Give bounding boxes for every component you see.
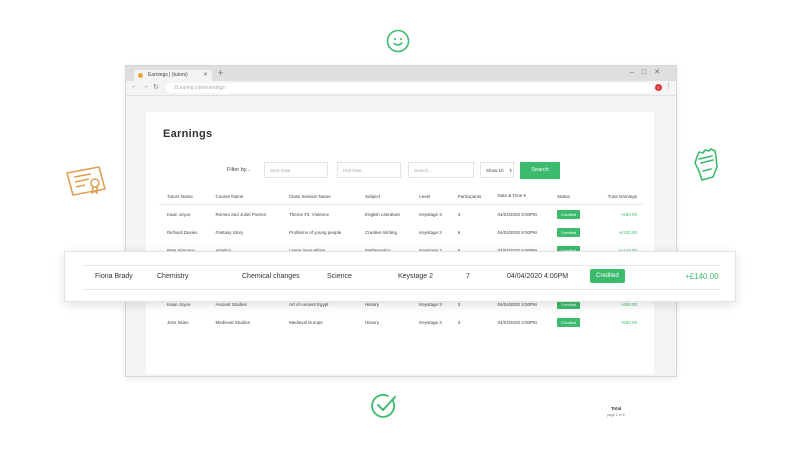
status-badge: Credited — [557, 209, 581, 219]
cell-subject: History — [365, 319, 380, 325]
cell-participants: 3 — [457, 319, 461, 325]
cell-subject: Creative Writing — [365, 229, 397, 235]
favicon-icon — [138, 73, 143, 78]
forward-icon[interactable]: → — [142, 83, 149, 90]
browser-window: Earnings | (tutors) ✕ + –□✕ ← → ↻ 2Leari… — [125, 65, 677, 417]
cell-datetime: 04/04/2020 3:00PM — [497, 319, 537, 325]
table-row[interactable]: Richard Davies Fantasy Story Problems of… — [159, 223, 643, 241]
cell-participants: 3 — [457, 211, 461, 217]
col-date-time-label: Date & Time — [497, 193, 523, 198]
window-controls[interactable]: –□✕ — [630, 68, 668, 76]
status-badge: Credited — [557, 317, 581, 327]
start-date-input[interactable]: Start Date — [264, 162, 328, 178]
hl-tutor: Fiona Brady — [95, 273, 133, 280]
divider — [83, 289, 719, 290]
search-button[interactable]: Search — [520, 162, 560, 179]
col-class-session[interactable]: Class Session Name — [281, 188, 358, 205]
checkmark-icon — [371, 393, 396, 418]
sort-icon: ▾ — [523, 193, 526, 198]
cell-course: Fantasy Story — [215, 229, 244, 235]
col-tutor-earnings[interactable]: Tutor Earnings — [588, 188, 643, 205]
address-bar[interactable]: 2Learing.com/earnings — [166, 83, 654, 93]
cell-status: Credited — [549, 223, 588, 241]
cell-status: Credited — [549, 205, 588, 224]
col-date-time[interactable]: Date & Time ▾ — [489, 188, 550, 205]
show-select-value: Show 10 — [486, 168, 504, 173]
col-tutors-name[interactable]: Tutors Name — [159, 188, 208, 205]
hl-datetime: 04/04/2020 4:00PM — [507, 273, 569, 280]
col-course-name[interactable]: Course Name — [207, 188, 282, 205]
hl-subject: Science — [327, 273, 352, 280]
hl-session: Chemical changes — [242, 273, 300, 280]
extension-icon[interactable]: 1 — [655, 84, 662, 91]
cell-course: Medieval Studies — [215, 319, 250, 325]
menu-icon[interactable]: ⋮ — [665, 82, 672, 90]
cell-datetime: 04/04/2020 8:00PM — [497, 211, 537, 217]
hl-earnings: +£140.00 — [685, 272, 719, 281]
new-tab-icon[interactable]: + — [218, 68, 223, 78]
back-icon[interactable]: ← — [131, 83, 138, 90]
close-tab-icon[interactable]: ✕ — [203, 70, 208, 81]
cell-datetime: 04/04/2020 8:00PM — [497, 229, 537, 235]
pagination-label: page 1 of 6 — [607, 413, 625, 417]
cell-course: Romeo and Juliet Poems — [215, 211, 266, 217]
reload-icon[interactable]: ↻ — [153, 83, 159, 91]
cell-earnings: +£120.00 — [618, 229, 637, 235]
col-participants[interactable]: Participants — [449, 188, 490, 205]
hl-level: Keystage 2 — [398, 273, 434, 280]
hl-participants: 7 — [466, 273, 470, 280]
cell-earnings: +£60.00 — [620, 211, 637, 217]
browser-tab[interactable]: Earnings | (tutors) ✕ — [134, 70, 212, 81]
col-status[interactable]: Status — [549, 188, 589, 205]
page-title: Earnings — [163, 128, 213, 140]
cell-level: Keystage 2 — [419, 229, 442, 235]
cell-level: Keystage 3 — [419, 211, 442, 217]
cell-tutor: Jess Skies — [167, 319, 189, 325]
cell-session: Medieval Europe — [289, 319, 323, 325]
total-label: Total — [611, 406, 622, 411]
hl-status-badge: Credited — [590, 269, 625, 283]
cell-participants: 6 — [457, 229, 461, 235]
filter-label: Filter by... — [227, 167, 251, 173]
cell-tutor: Kaan Joyce — [167, 211, 191, 217]
end-date-input[interactable]: End Date — [337, 162, 401, 178]
cell-session: Theme #3. Violence — [289, 211, 329, 217]
col-subject[interactable]: Subject — [357, 188, 412, 205]
earnings-page: Earnings Filter by... Start Date End Dat… — [146, 112, 654, 417]
status-badge: Credited — [557, 227, 581, 237]
table-row[interactable]: Kaan Joyce Romeo and Juliet Poems Theme … — [159, 205, 643, 224]
cell-level: Keystage 3 — [419, 319, 442, 325]
cell-earnings: +£60.00 — [620, 319, 637, 325]
search-input[interactable]: Search... — [408, 162, 474, 178]
tab-bar: Earnings | (tutors) ✕ + –□✕ — [126, 66, 676, 81]
tab-title: Earnings | (tutors) — [148, 72, 188, 78]
divider — [83, 265, 719, 266]
smiley-icon — [386, 29, 410, 53]
cell-subject: English Literature — [365, 211, 401, 217]
cell-session: Problems of young people — [289, 229, 342, 235]
fist-icon — [694, 148, 718, 181]
col-level[interactable]: Level — [411, 188, 450, 205]
hl-course: Chemistry — [157, 273, 189, 280]
cell-status: Credited — [549, 313, 588, 331]
show-select[interactable]: Show 10 ⇕ — [480, 162, 514, 178]
cell-tutor: Richard Davies — [167, 229, 198, 235]
table-header-row: Tutors Name Course Name Class Session Na… — [159, 188, 643, 205]
certificate-icon — [66, 166, 106, 196]
nav-bar: ← → ↻ 2Learing.com/earnings 1 ⋮ — [126, 81, 676, 96]
chevron-updown-icon: ⇕ — [508, 168, 513, 173]
table-row[interactable]: Jess Skies Medieval Studies Medieval Eur… — [159, 313, 643, 331]
highlighted-row[interactable]: Fiona Brady Chemistry Chemical changes S… — [64, 251, 736, 302]
